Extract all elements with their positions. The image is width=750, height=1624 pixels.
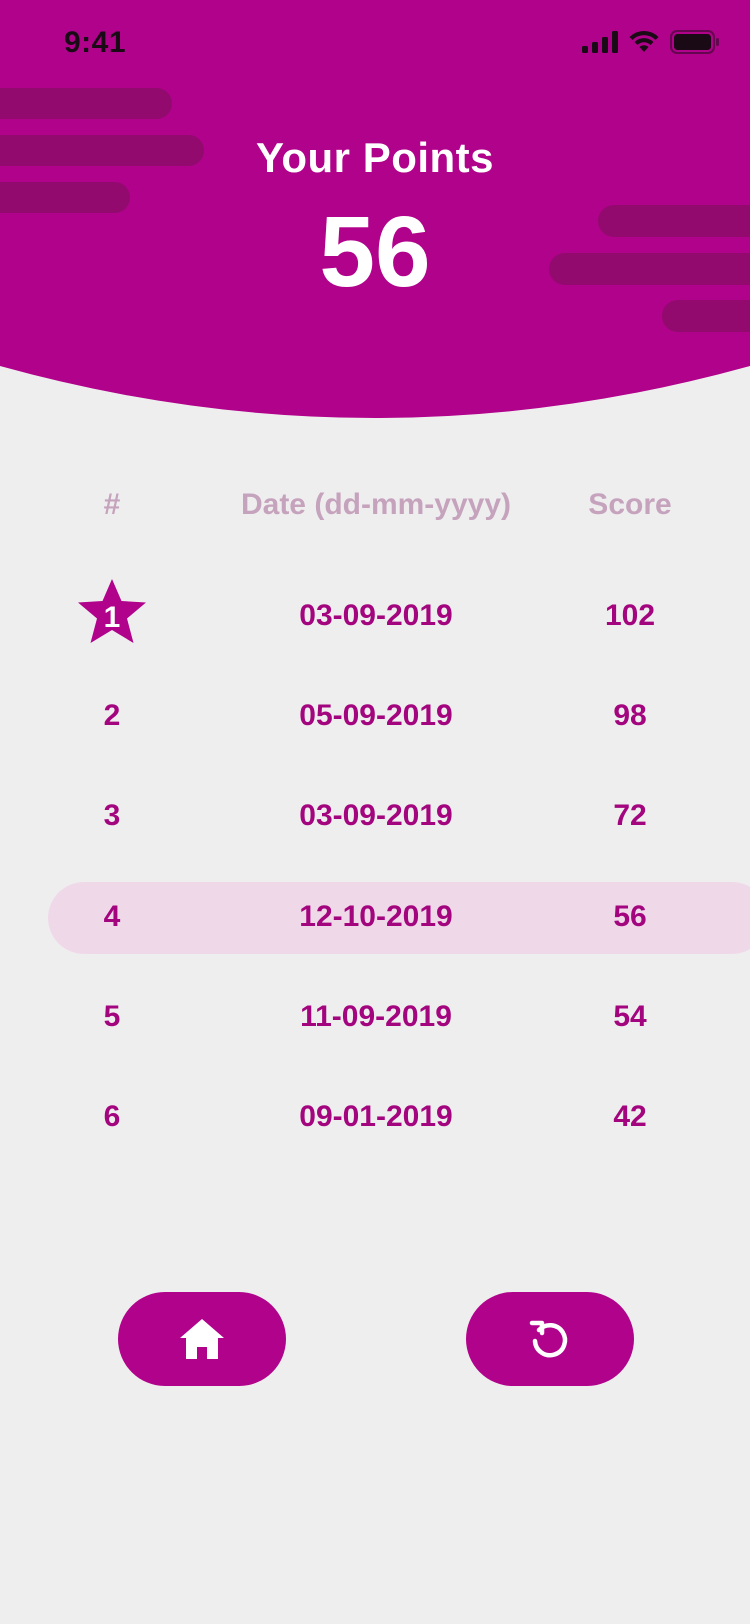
date-cell: 12-10-2019 [299, 900, 453, 933]
column-date-header: Date (dd-mm-yyyy) [240, 488, 512, 521]
column-score-header: Score [588, 488, 672, 521]
rank-cell: 2 [103, 699, 121, 732]
column-rank-header: # [103, 488, 121, 521]
score-cell: 54 [613, 1000, 647, 1033]
rank-cell: 3 [103, 799, 121, 832]
header: 9:41 Your Points 56 [0, 0, 750, 430]
rank-cell: 5 [103, 1000, 121, 1033]
battery-icon [670, 30, 719, 54]
status-icons [582, 30, 720, 54]
rank-cell: 1 [103, 601, 121, 634]
table-row: 2 05-09-2019 98 [0, 681, 750, 753]
page-title: Your Points [255, 134, 495, 181]
replay-button[interactable] [466, 1292, 634, 1386]
status-time: 9:41 [64, 26, 127, 59]
table-row: 3 03-09-2019 72 [0, 781, 750, 853]
score-cell: 56 [613, 900, 647, 933]
current-score-row: 4 12-10-2019 56 [0, 882, 750, 954]
table-row: 6 09-01-2019 42 [0, 1082, 750, 1154]
wifi-icon [629, 30, 659, 52]
date-cell: 03-09-2019 [299, 799, 453, 832]
score-cell: 102 [604, 599, 656, 632]
home-icon [180, 1319, 224, 1359]
date-cell: 05-09-2019 [299, 699, 453, 732]
table-header: # Date (dd-mm-yyyy) Score [0, 488, 750, 522]
rank-cell: 6 [103, 1100, 121, 1133]
points-value: 56 [319, 196, 431, 308]
date-cell: 03-09-2019 [299, 599, 453, 632]
table-row: 5 11-09-2019 54 [0, 982, 750, 1054]
home-button[interactable] [118, 1292, 286, 1386]
score-cell: 98 [613, 699, 647, 732]
date-cell: 09-01-2019 [299, 1100, 453, 1133]
cellular-signal-icon [582, 31, 618, 53]
date-cell: 11-09-2019 [300, 1000, 452, 1033]
score-cell: 42 [613, 1100, 647, 1133]
table-row: 1 03-09-2019 102 [0, 579, 750, 653]
score-cell: 72 [613, 799, 647, 832]
replay-icon [529, 1320, 568, 1358]
rank-cell: 4 [103, 900, 121, 933]
star-badge: 1 [75, 577, 149, 649]
